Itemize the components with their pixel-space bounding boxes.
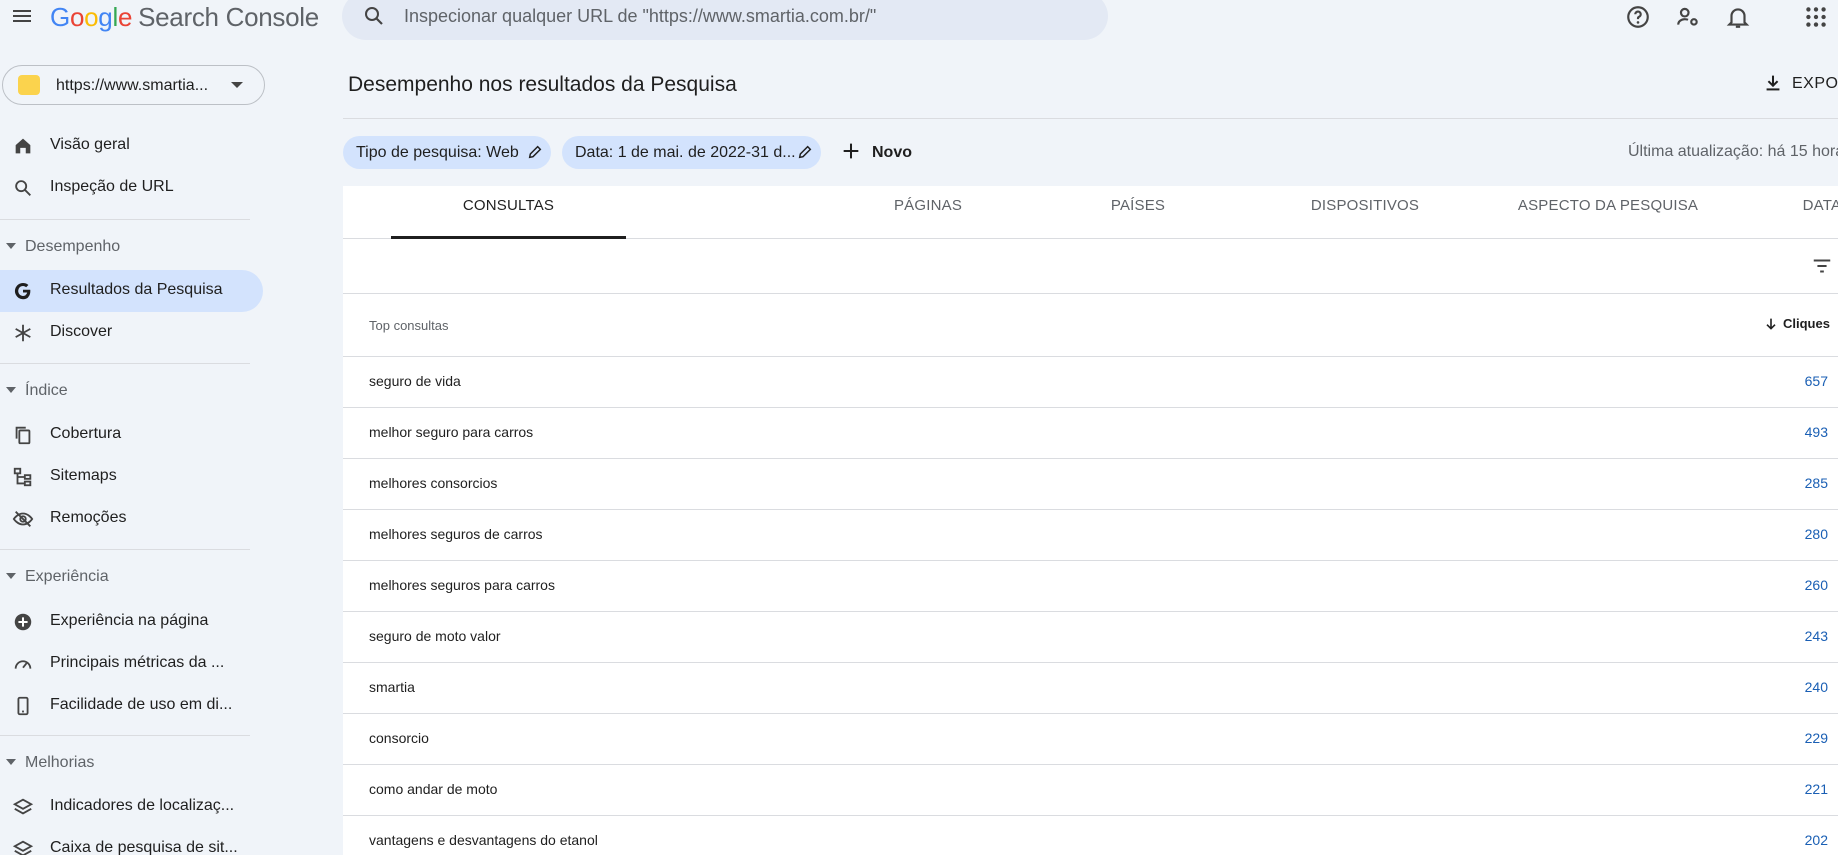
download-icon [1766,75,1780,91]
sidebar-item-page-experience[interactable]: Experiência na página [0,601,263,643]
arrow-down-icon[interactable] [1763,316,1779,332]
column-header-queries: Top consultas [369,318,449,333]
table-toolbar [343,239,1838,294]
section-index[interactable]: Índice [0,379,263,403]
tab-search-appearance[interactable]: ASPECTO DA PESQUISA [1478,186,1738,239]
caret-down-icon [6,387,16,393]
divider [0,219,250,220]
dimension-tabs: CONSULTAS PÁGINAS PAÍSES DISPOSITIVOS AS… [343,186,1838,239]
divider [0,363,250,364]
copy-icon [15,426,31,445]
add-circle-icon [14,613,32,631]
table-row[interactable]: melhor seguro para carros 493 [343,408,1838,459]
sidebar-item-overview[interactable]: Visão geral [0,125,263,167]
column-header-clicks[interactable]: Cliques [1783,316,1830,331]
caret-down-icon [6,573,16,579]
notifications-icon[interactable] [1725,4,1751,30]
table-row[interactable]: smartia 240 [343,663,1838,714]
table-row[interactable]: melhores seguros para carros 260 [343,561,1838,612]
layers-icon [12,798,34,815]
divider [343,118,1838,119]
search-icon [15,180,31,196]
tab-queries[interactable]: CONSULTAS [391,186,626,239]
divider [0,549,250,550]
apps-grid-icon[interactable] [1803,4,1829,30]
asterisk-icon [15,324,31,342]
google-g-icon [14,282,31,300]
sidebar: https://www.smartia... Visão geral Inspe… [0,48,268,855]
tab-dates[interactable]: DATAS [1712,186,1838,239]
table-row[interactable]: seguro de vida 657 [343,357,1838,408]
caret-down-icon [6,759,16,765]
table-row[interactable]: consorcio 229 [343,714,1838,765]
phone-icon [17,696,29,716]
search-icon[interactable] [362,4,386,28]
menu-icon[interactable] [10,4,34,28]
table-row[interactable]: seguro de moto valor 243 [343,612,1838,663]
caret-down-icon [6,243,16,249]
layers-icon [12,840,34,855]
sitemap-icon [13,467,32,487]
table-row[interactable]: como andar de moto 221 [343,765,1838,816]
sidebar-item-sitelinks-searchbox[interactable]: Caixa de pesquisa de sit... [0,828,263,855]
tab-devices[interactable]: DISPOSITIVOS [1250,186,1480,239]
top-bar: Google Search Console [0,0,1838,48]
section-performance[interactable]: Desempenho [0,235,263,259]
table-row[interactable]: vantagens e desvantagens do etanol 202 [343,816,1838,855]
sidebar-item-removals[interactable]: Remoções [0,498,263,540]
table-row[interactable]: melhores consorcios 285 [343,459,1838,510]
sidebar-item-sitemaps[interactable]: Sitemaps [0,456,263,498]
url-inspect-input[interactable] [404,2,1084,30]
help-icon[interactable] [1625,4,1651,30]
page-title: Desempenho nos resultados da Pesquisa [348,73,737,96]
property-selector[interactable]: https://www.smartia... [2,65,265,105]
section-enhancements[interactable]: Melhorias [0,751,263,775]
date-filter-chip[interactable]: Data: 1 de mai. de 2022-31 d... [562,136,821,169]
speed-icon [14,660,32,669]
sidebar-item-url-inspection[interactable]: Inspeção de URL [0,167,263,209]
filter-icon[interactable] [1811,255,1833,277]
property-icon [18,75,40,95]
search-type-filter-chip[interactable]: Tipo de pesquisa: Web [343,136,551,169]
chevron-down-icon [231,82,243,88]
app-logo[interactable]: Google Search Console [50,2,319,33]
section-experience[interactable]: Experiência [0,565,263,589]
sidebar-item-mobile-usability[interactable]: Facilidade de uso em di... [0,685,263,727]
edit-icon[interactable] [527,144,543,160]
sidebar-item-discover[interactable]: Discover [0,312,263,354]
performance-card: CONSULTAS PÁGINAS PAÍSES DISPOSITIVOS AS… [343,186,1838,855]
last-updated-text: Última atualização: há 15 hora [1628,143,1838,160]
edit-icon[interactable] [797,144,813,160]
manage-accounts-icon[interactable] [1675,4,1701,30]
visibility-off-icon [12,511,34,527]
divider [0,735,250,736]
table-header: Top consultas Cliques [343,294,1838,357]
url-inspect-search[interactable] [342,0,1108,40]
tab-countries[interactable]: PAÍSES [1023,186,1253,239]
tab-pages[interactable]: PÁGINAS [813,186,1043,239]
sidebar-item-coverage[interactable]: Cobertura [0,414,263,456]
product-name: Search Console [138,2,319,32]
home-icon [15,138,31,154]
sidebar-item-core-web-vitals[interactable]: Principais métricas da ... [0,643,263,685]
plus-icon [843,143,859,159]
sidebar-item-breadcrumbs[interactable]: Indicadores de localizaç... [0,786,263,828]
table-row[interactable]: melhores seguros de carros 280 [343,510,1838,561]
sidebar-item-search-results[interactable]: Resultados da Pesquisa [0,270,263,312]
